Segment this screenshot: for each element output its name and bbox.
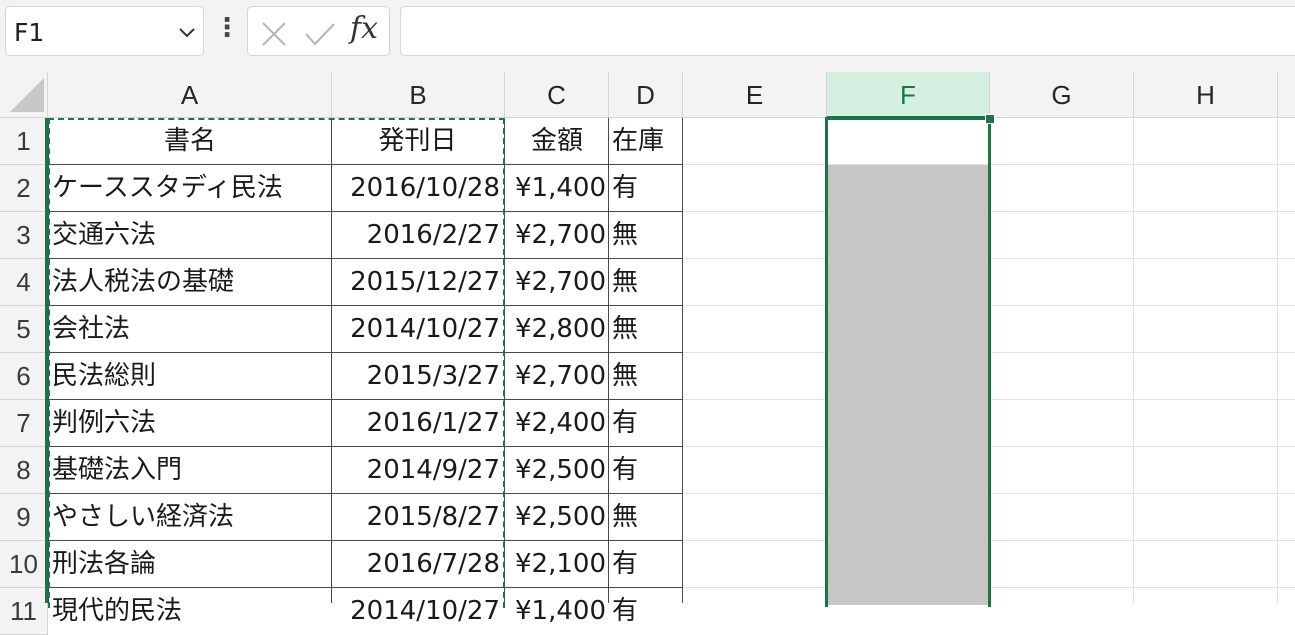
table-cell[interactable]: 有: [612, 447, 680, 493]
row-header-2[interactable]: 2: [0, 165, 48, 212]
table-cell[interactable]: 2015/12/27: [335, 259, 500, 305]
table-cell[interactable]: 2014/9/27: [335, 447, 500, 493]
chevron-down-icon[interactable]: [177, 22, 197, 42]
formula-buttons: fx: [247, 6, 390, 56]
cancel-icon[interactable]: [260, 20, 288, 48]
table-cell[interactable]: 2016/2/27: [335, 212, 500, 258]
table-cell[interactable]: ¥2,700: [508, 353, 606, 399]
formula-bar: F1 ⋮ fx: [0, 0, 1295, 72]
row-header-4[interactable]: 4: [0, 259, 48, 306]
table-cell[interactable]: 基礎法入門: [52, 447, 328, 493]
table-cell[interactable]: ケーススタディ民法: [52, 165, 328, 211]
table-cell[interactable]: 交通六法: [52, 212, 328, 258]
table-cell[interactable]: 刑法各論: [52, 541, 328, 587]
column-header-g[interactable]: G: [990, 72, 1134, 118]
column-header-a[interactable]: A: [48, 72, 332, 118]
column-header-next[interactable]: [1278, 72, 1295, 118]
more-options-icon[interactable]: ⋮: [214, 13, 240, 43]
check-icon[interactable]: [303, 20, 337, 48]
row-header-5[interactable]: 5: [0, 306, 48, 353]
row-header-3[interactable]: 3: [0, 212, 48, 259]
column-header-d[interactable]: D: [609, 72, 683, 118]
table-header-cell[interactable]: 発刊日: [335, 118, 500, 164]
table-cell[interactable]: ¥2,500: [508, 447, 606, 493]
table-cell[interactable]: 会社法: [52, 306, 328, 352]
table-cell[interactable]: 有: [612, 541, 680, 587]
table-cell[interactable]: 2015/8/27: [335, 494, 500, 540]
fill-handle[interactable]: [985, 114, 995, 124]
table-cell[interactable]: 2016/7/28: [335, 541, 500, 587]
name-box-value: F1: [14, 18, 45, 47]
table-cell[interactable]: 無: [612, 353, 680, 399]
row-header-7[interactable]: 7: [0, 400, 48, 447]
select-all-corner[interactable]: [0, 72, 48, 118]
table-cell[interactable]: ¥2,500: [508, 494, 606, 540]
row-header-11[interactable]: 11: [0, 588, 48, 635]
table-cell[interactable]: 2014/10/27: [335, 306, 500, 352]
table-cell[interactable]: ¥2,700: [508, 259, 606, 305]
table-cell[interactable]: 2015/3/27: [335, 353, 500, 399]
table-cell[interactable]: ¥2,400: [508, 400, 606, 446]
table-cell[interactable]: ¥2,100: [508, 541, 606, 587]
formula-input[interactable]: [400, 6, 1295, 56]
row-header-10[interactable]: 10: [0, 541, 48, 588]
table-cell[interactable]: 2016/1/27: [335, 400, 500, 446]
row-header-8[interactable]: 8: [0, 447, 48, 494]
column-header-b[interactable]: B: [332, 72, 505, 118]
table-cell[interactable]: 無: [612, 494, 680, 540]
table-cell[interactable]: 無: [612, 259, 680, 305]
table-cell[interactable]: ¥2,800: [508, 306, 606, 352]
table-header-cell[interactable]: 書名: [52, 118, 328, 164]
column-header-h[interactable]: H: [1134, 72, 1278, 118]
table-cell[interactable]: 判例六法: [52, 400, 328, 446]
table-cell[interactable]: 無: [612, 212, 680, 258]
row-header-1[interactable]: 1: [0, 118, 48, 165]
name-box[interactable]: F1: [5, 6, 204, 56]
row-header-9[interactable]: 9: [0, 494, 48, 541]
table-header-cell[interactable]: 金額: [508, 118, 606, 164]
table-cell[interactable]: やさしい経済法: [52, 494, 328, 540]
table-cell[interactable]: 有: [612, 165, 680, 211]
selected-cell-border[interactable]: [825, 117, 991, 607]
table-cell[interactable]: ¥1,400: [508, 165, 606, 211]
table-cell[interactable]: 法人税法の基礎: [52, 259, 328, 305]
table-cell[interactable]: 有: [612, 588, 680, 634]
table-cell[interactable]: 2016/10/28: [335, 165, 500, 211]
table-cell[interactable]: 有: [612, 400, 680, 446]
table-cell[interactable]: ¥1,400: [508, 588, 606, 634]
table-header-cell[interactable]: 在庫: [612, 118, 680, 164]
table-cell[interactable]: 無: [612, 306, 680, 352]
column-header-f[interactable]: F: [827, 72, 990, 118]
column-header-c[interactable]: C: [505, 72, 609, 118]
column-header-e[interactable]: E: [683, 72, 827, 118]
table-cell[interactable]: 現代的民法: [52, 588, 328, 634]
table-cell[interactable]: 民法総則: [52, 353, 328, 399]
table-cell[interactable]: 2014/10/27: [335, 588, 500, 634]
row-header-6[interactable]: 6: [0, 353, 48, 400]
insert-function-icon[interactable]: fx: [350, 11, 378, 46]
select-all-triangle-icon: [10, 78, 44, 112]
table-cell[interactable]: ¥2,700: [508, 212, 606, 258]
